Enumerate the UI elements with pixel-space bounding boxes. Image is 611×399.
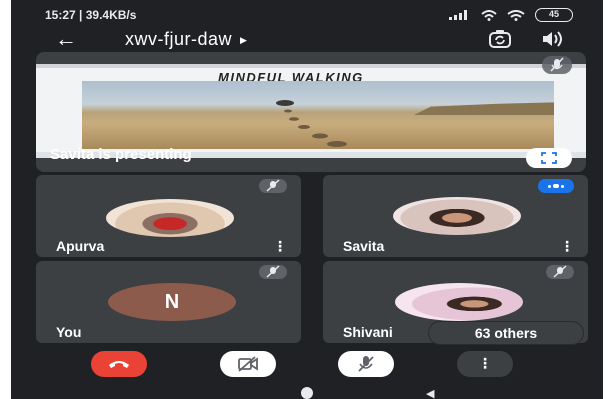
mic-off-icon xyxy=(358,356,374,372)
presentation-tile[interactable]: MINDFUL WALKING Savita is presenting xyxy=(36,52,586,172)
avatar xyxy=(395,283,523,321)
footprints-image xyxy=(276,100,347,147)
participant-name: You xyxy=(56,324,82,340)
mic-off-icon xyxy=(259,179,287,193)
video-toggle-button[interactable] xyxy=(220,351,276,377)
back-triangle-icon[interactable]: ◀ xyxy=(426,387,434,399)
mic-toggle-button[interactable] xyxy=(338,351,394,377)
battery-icon: 45 xyxy=(535,8,573,22)
status-bar: 15:27 | 39.4KB/s 45 xyxy=(11,0,603,30)
more-options-button[interactable]: ⋮ xyxy=(457,351,513,377)
avatar: N xyxy=(108,283,236,321)
mic-off-icon xyxy=(542,56,572,74)
end-call-button[interactable] xyxy=(91,351,147,377)
participant-name: Apurva xyxy=(56,238,105,254)
more-vert-icon[interactable]: ⋮ xyxy=(560,239,574,253)
participant-tile[interactable]: N You xyxy=(36,261,301,343)
participant-tile[interactable]: Apurva ⋮ xyxy=(36,175,301,257)
participant-tile[interactable]: Savita ⋮ xyxy=(323,175,588,257)
top-bar: ← xwv-fjur-daw ▶ xyxy=(11,28,603,52)
phone-hangup-icon xyxy=(109,361,129,368)
speaker-icon[interactable] xyxy=(541,30,563,48)
status-icons: 45 xyxy=(449,8,573,22)
wifi-icon xyxy=(481,9,497,21)
meeting-code: xwv-fjur-daw xyxy=(125,29,233,49)
status-time: 15:27 | 39.4KB/s xyxy=(45,8,137,22)
more-vert-icon: ⋮ xyxy=(478,355,492,371)
android-nav-bar: ◀ xyxy=(11,385,603,399)
chevron-right-icon: ▶ xyxy=(240,34,248,45)
camera-flip-icon[interactable] xyxy=(489,30,511,48)
presenter-label: Savita is presenting xyxy=(50,146,192,163)
arrow-left-icon[interactable]: ← xyxy=(55,28,77,50)
signal-icon xyxy=(449,10,467,20)
home-button-icon[interactable] xyxy=(301,387,313,399)
beach-image xyxy=(82,81,554,149)
avatar xyxy=(393,197,521,235)
slide-toolbar xyxy=(36,64,586,68)
participant-name: Shivani xyxy=(343,324,393,340)
others-button[interactable]: 63 others xyxy=(429,322,583,344)
participant-name: Savita xyxy=(343,238,385,254)
meet-screen: 15:27 | 39.4KB/s 45 ← xwv-fjur-daw ▶ MIND… xyxy=(11,0,603,399)
avatar xyxy=(106,199,234,237)
meeting-title[interactable]: xwv-fjur-daw ▶ xyxy=(125,29,247,50)
video-off-icon xyxy=(238,356,258,372)
mic-off-icon xyxy=(259,265,287,279)
mic-off-icon xyxy=(546,265,574,279)
wifi-icon xyxy=(507,9,525,21)
speaking-indicator-icon xyxy=(538,179,574,193)
more-vert-icon[interactable]: ⋮ xyxy=(273,239,287,253)
shared-screen: MINDFUL WALKING xyxy=(36,64,586,158)
fullscreen-icon[interactable] xyxy=(526,148,572,168)
